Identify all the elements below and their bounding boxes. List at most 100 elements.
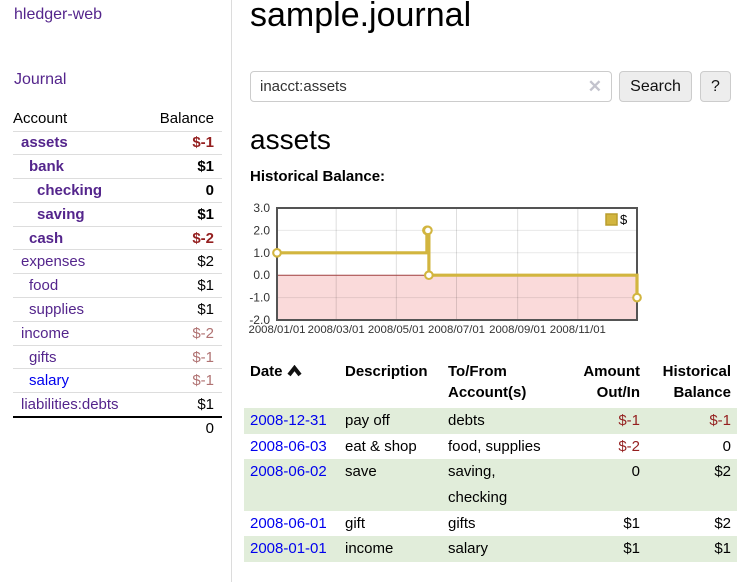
- register-row: 2008-12-31pay offdebts$-1$-1: [244, 408, 737, 434]
- account-row: food$1: [13, 274, 222, 298]
- transaction-accounts: gifts: [442, 511, 560, 537]
- chart-legend: $: [606, 212, 628, 227]
- sort-asc-icon: [287, 365, 302, 377]
- transaction-date-link[interactable]: 2008-06-02: [250, 463, 327, 480]
- register-header-label2: Out/In: [597, 384, 640, 401]
- account-link[interactable]: food: [29, 277, 58, 294]
- transaction-accounts: salary: [442, 536, 560, 562]
- search-input[interactable]: [250, 71, 612, 102]
- account-row: checking 0: [13, 179, 222, 203]
- register-header-description: Description: [339, 361, 442, 408]
- register-row: 2008-06-02savesaving, checking0$2: [244, 459, 737, 510]
- transaction-date-link[interactable]: 2008-06-01: [250, 515, 327, 532]
- transaction-balance: $1: [646, 536, 737, 562]
- register-table: Date Description To/From Account(s) Amount Ou…: [244, 361, 737, 562]
- main-content: sample.journal ✕ Search ? assets Histori…: [233, 0, 742, 582]
- transaction-amount: $-1: [560, 408, 646, 434]
- transaction-amount: 0: [560, 459, 646, 510]
- transaction-balance: $-1: [646, 408, 737, 434]
- register-row: 2008-06-03 eat & shopfood, supplies$-20: [244, 434, 737, 460]
- register-header-label: Date: [250, 363, 283, 380]
- register-header-label: Historical: [663, 363, 731, 380]
- search-button[interactable]: Search: [619, 71, 692, 102]
- account-link[interactable]: expenses: [21, 253, 85, 270]
- svg-text:-1.0: -1.0: [249, 291, 270, 305]
- account-row: bank$1: [13, 155, 222, 179]
- svg-text:2008/03/01: 2008/03/01: [308, 324, 365, 336]
- account-link[interactable]: checking: [37, 182, 102, 199]
- transaction-accounts: debts: [442, 408, 560, 434]
- svg-text:2008/01/01: 2008/01/01: [248, 324, 305, 336]
- account-balance: $-2: [144, 226, 222, 250]
- register-header-amount: Amount Out/In: [560, 361, 646, 408]
- account-balance: $-1: [144, 369, 222, 393]
- account-link[interactable]: gifts: [29, 349, 57, 366]
- register-row: 2008-01-01incomesalary$1$1: [244, 536, 737, 562]
- account-row: liabilities:debts$1: [13, 393, 222, 417]
- account-balance: $2: [144, 250, 222, 274]
- account-row: supplies $1: [13, 298, 222, 322]
- register-header-label: Description: [345, 363, 428, 380]
- accounts-total-balance: 0: [144, 417, 222, 441]
- register-header-historical: Historical Balance: [646, 361, 737, 408]
- svg-text:2008/05/01: 2008/05/01: [368, 324, 425, 336]
- transaction-accounts: food, supplies: [442, 434, 560, 460]
- account-link[interactable]: assets: [21, 134, 68, 151]
- register-header-label2: Balance: [673, 384, 731, 401]
- account-balance: $1: [144, 298, 222, 322]
- account-link[interactable]: bank: [29, 158, 64, 175]
- register-header-label2: Account(s): [448, 384, 526, 401]
- account-link[interactable]: salary: [29, 372, 69, 389]
- account-row: expenses $2: [13, 250, 222, 274]
- register-header-label: Amount: [583, 363, 640, 380]
- account-link[interactable]: income: [21, 325, 69, 342]
- transaction-amount: $1: [560, 536, 646, 562]
- account-link[interactable]: cash: [29, 230, 63, 247]
- transaction-date-link[interactable]: 2008-12-31: [250, 412, 327, 429]
- account-row: gifts$-1: [13, 345, 222, 369]
- account-balance: $-1: [144, 131, 222, 155]
- account-heading: assets: [250, 124, 331, 156]
- sidebar: hledger-web Journal Account Balance asse…: [0, 0, 232, 582]
- transaction-description: pay off: [339, 408, 442, 434]
- search-form: ✕ Search ?: [250, 71, 737, 102]
- register-row: 2008-06-01giftgifts$1$2: [244, 511, 737, 537]
- transaction-accounts: saving, checking: [442, 459, 560, 510]
- svg-text:2008/11/01: 2008/11/01: [550, 324, 606, 336]
- svg-text:2.0: 2.0: [253, 223, 270, 237]
- clear-search-icon[interactable]: ✕: [588, 78, 602, 95]
- transaction-date-link[interactable]: 2008-01-01: [250, 540, 327, 557]
- transaction-balance: $2: [646, 459, 737, 510]
- account-row: income$-2: [13, 321, 222, 345]
- transaction-description: income: [339, 536, 442, 562]
- page-title: sample.journal: [250, 0, 471, 35]
- register-header-label: To/From: [448, 363, 507, 380]
- register-header-tofrom: To/From Account(s): [442, 361, 560, 408]
- transaction-description: eat & shop: [339, 434, 442, 460]
- transaction-date-link[interactable]: 2008-06-03: [250, 438, 327, 455]
- transaction-description: gift: [339, 511, 442, 537]
- register-header-date[interactable]: Date: [244, 361, 339, 408]
- transaction-amount: $-2: [560, 434, 646, 460]
- account-link[interactable]: supplies: [29, 301, 84, 318]
- nav-journal-link[interactable]: Journal: [14, 71, 66, 89]
- account-balance: 0: [144, 179, 222, 203]
- svg-text:1.0: 1.0: [253, 246, 270, 260]
- transaction-balance: $2: [646, 511, 737, 537]
- account-row: saving $1: [13, 202, 222, 226]
- svg-text:3.0: 3.0: [253, 202, 270, 215]
- account-link[interactable]: liabilities:debts: [21, 396, 119, 413]
- account-link[interactable]: saving: [37, 206, 85, 223]
- chart-title: Historical Balance:: [250, 168, 385, 185]
- account-balance: $1: [144, 202, 222, 226]
- balance-chart[interactable]: 3.02.01.00.0-1.0-2.02008/01/012008/03/01…: [244, 202, 648, 342]
- accounts-header-account: Account: [13, 107, 144, 131]
- accounts-header-row: Account Balance: [13, 107, 222, 131]
- brand-link[interactable]: hledger-web: [14, 6, 102, 24]
- accounts-total-row: 0: [13, 417, 222, 441]
- accounts-table: Account Balance assets$-1bank$1checking0…: [13, 107, 222, 440]
- account-row: salary $-1: [13, 369, 222, 393]
- help-button[interactable]: ?: [700, 71, 731, 102]
- svg-text:2008/09/01: 2008/09/01: [489, 324, 546, 336]
- transaction-balance: 0: [646, 434, 737, 460]
